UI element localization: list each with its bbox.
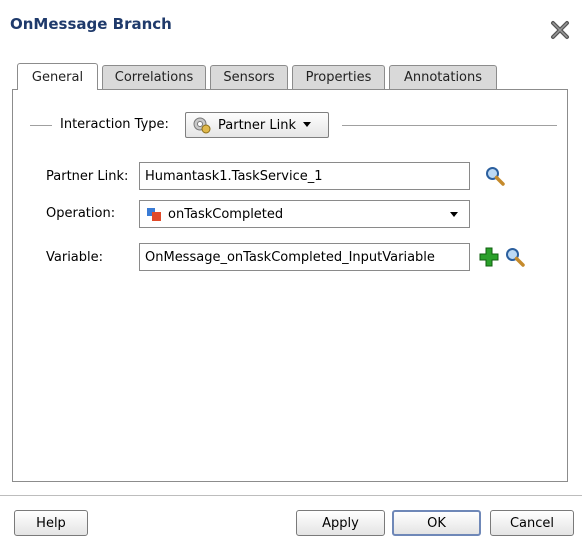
ok-button[interactable]: OK [392,510,481,536]
variable-label: Variable: [46,250,104,265]
interaction-type-label: Interaction Type: [60,117,169,132]
operation-icon [147,208,161,221]
variable-field[interactable]: OnMessage_onTaskCompleted_InputVariable [139,243,470,271]
general-tab-panel [12,89,568,482]
help-button[interactable]: Help [14,510,88,536]
tab-general[interactable]: General [17,63,98,90]
apply-button[interactable]: Apply [296,510,385,536]
interaction-type-dropdown[interactable]: Partner Link [185,112,329,138]
cancel-button[interactable]: Cancel [490,510,574,536]
partner-link-field[interactable]: Humantask1.TaskService_1 [139,162,470,190]
search-icon[interactable] [484,165,506,187]
operation-select[interactable]: onTaskCompleted [139,200,470,228]
tab-correlations[interactable]: Correlations [102,65,206,89]
search-icon[interactable] [504,246,526,268]
dialog-title: OnMessage Branch [10,15,172,33]
tab-sensors[interactable]: Sensors [210,65,288,89]
close-icon[interactable] [549,19,571,41]
onmessage-branch-dialog: OnMessage Branch General Correlations Se… [0,0,582,539]
partner-link-icon [193,117,211,134]
partner-link-label: Partner Link: [46,169,129,184]
chevron-down-icon [303,122,311,127]
tab-annotations[interactable]: Annotations [389,65,497,89]
interaction-type-value: Partner Link [218,117,296,133]
operation-label: Operation: [46,206,116,221]
button-bar-separator [0,495,582,496]
tab-properties[interactable]: Properties [292,65,385,89]
chevron-down-icon [450,212,458,217]
add-icon[interactable] [478,246,500,268]
